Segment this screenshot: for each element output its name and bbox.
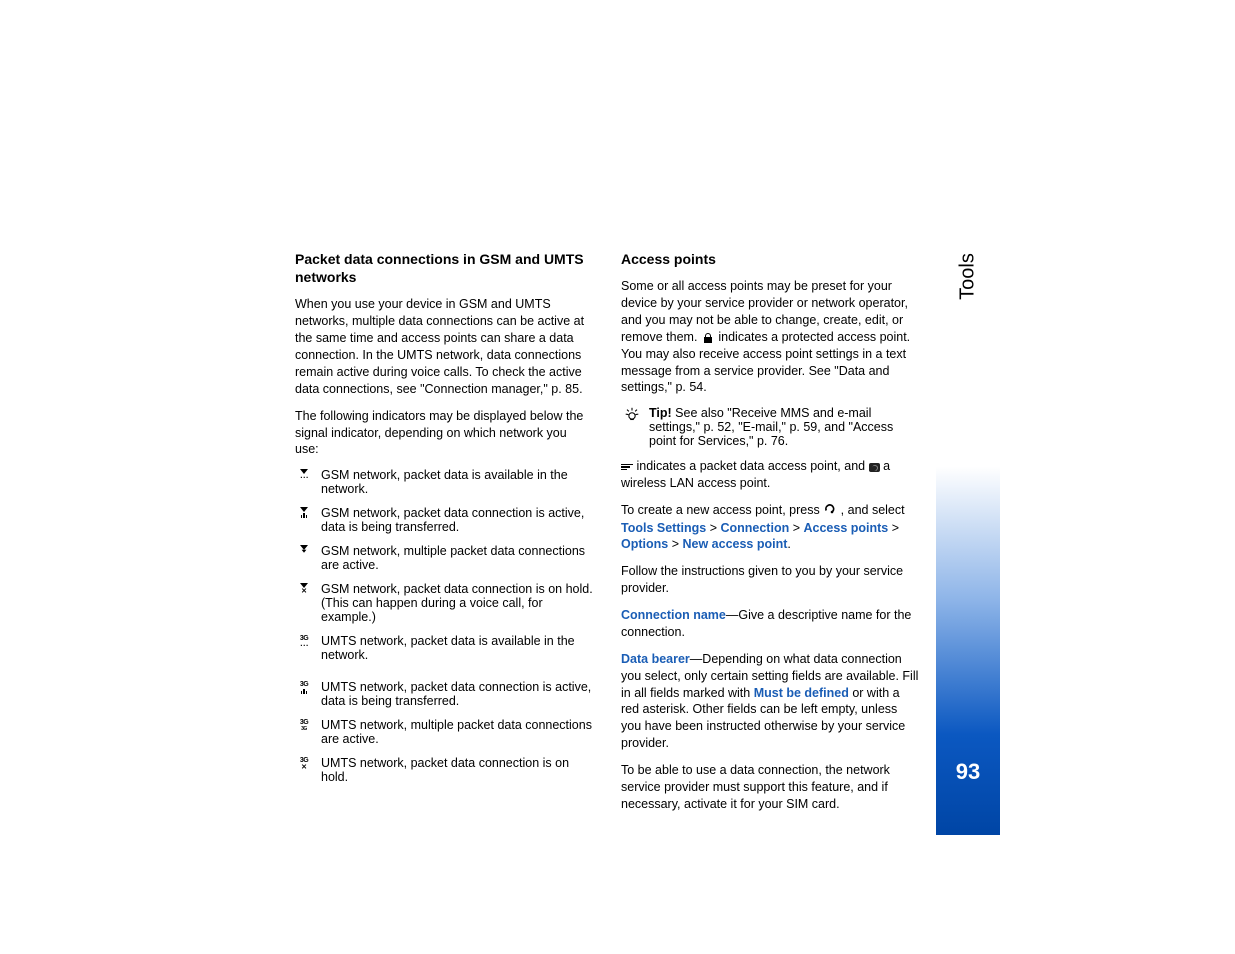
- indicator-text: GSM network, packet data connection is o…: [321, 582, 593, 624]
- nav-access-points: Access points: [803, 521, 888, 535]
- indicator-text: GSM network, packet data connection is a…: [321, 506, 593, 534]
- right-column: Access points Some or all access points …: [621, 250, 919, 823]
- para-intro: When you use your device in GSM and UMTS…: [295, 296, 593, 397]
- para-create-ap: To create a new access point, press , an…: [621, 502, 919, 553]
- sep: >: [892, 521, 899, 535]
- para-icon-legend: indicates a packet data access point, an…: [621, 458, 919, 492]
- page-number: 93: [936, 759, 1000, 785]
- field-data-bearer: Data bearer: [621, 652, 690, 666]
- para-access-intro: Some or all access points may be preset …: [621, 278, 919, 396]
- must-be-defined: Must be defined: [754, 686, 849, 700]
- umts-active-icon: 3G: [295, 681, 313, 694]
- para-data-bearer: Data bearer—Depending on what data conne…: [621, 651, 919, 752]
- umts-available-icon: 3G: [295, 635, 313, 650]
- para-connection-name: Connection name—Give a descriptive name …: [621, 607, 919, 641]
- gsm-active-icon: [295, 507, 313, 518]
- sep: >: [793, 521, 804, 535]
- packet-data-ap-icon: [621, 464, 633, 471]
- para-indicators-intro: The following indicators may be displaye…: [295, 408, 593, 459]
- nav-settings: Settings: [657, 521, 706, 535]
- text: indicates a packet data access point, an…: [636, 459, 868, 473]
- umts-multiple-icon: 3G3G: [295, 719, 313, 733]
- para-follow-instructions: Follow the instructions given to you by …: [621, 563, 919, 597]
- sep: >: [710, 521, 721, 535]
- sidebar-tab: Tools 93: [936, 165, 1000, 835]
- gsm-available-icon: [295, 469, 313, 482]
- umts-hold-icon: 3G: [295, 757, 313, 771]
- indicator-text: UMTS network, packet data connection is …: [321, 680, 593, 708]
- indicator-text: GSM network, multiple packet data connec…: [321, 544, 593, 572]
- text: .: [787, 537, 790, 551]
- gsm-hold-icon: [295, 583, 313, 595]
- lock-icon: [701, 332, 715, 344]
- nav-connection: Connection: [720, 521, 789, 535]
- tip-block: Tip! See also "Receive MMS and e-mail se…: [621, 406, 919, 448]
- tip-text: See also "Receive MMS and e-mail setting…: [649, 406, 893, 448]
- left-column: Packet data connections in GSM and UMTS …: [295, 250, 593, 823]
- gsm-multiple-icon: [295, 545, 313, 555]
- indicator-text: UMTS network, packet data is available i…: [321, 634, 593, 662]
- text: , and select: [841, 503, 905, 517]
- indicator-list: GSM network, packet data is available in…: [295, 468, 593, 784]
- sep: >: [672, 537, 683, 551]
- nav-tools: Tools: [621, 521, 653, 535]
- tip-label: Tip!: [649, 406, 672, 420]
- text: To create a new access point, press: [621, 503, 823, 517]
- wlan-ap-icon: [869, 463, 880, 472]
- indicator-text: GSM network, packet data is available in…: [321, 468, 593, 496]
- nav-new-access-point: New access point: [682, 537, 787, 551]
- indicator-text: UMTS network, packet data connection is …: [321, 756, 593, 784]
- para-sim-note: To be able to use a data connection, the…: [621, 762, 919, 813]
- page-content: Packet data connections in GSM and UMTS …: [295, 250, 920, 823]
- nav-options: Options: [621, 537, 668, 551]
- sidebar-label: Tools: [957, 253, 980, 300]
- heading-packet-data: Packet data connections in GSM and UMTS …: [295, 250, 593, 286]
- tip-content: Tip! See also "Receive MMS and e-mail se…: [649, 406, 919, 448]
- heading-access-points: Access points: [621, 250, 919, 268]
- indicator-text: UMTS network, multiple packet data conne…: [321, 718, 593, 746]
- menu-key-icon: [823, 502, 837, 520]
- tip-lightbulb-icon: [621, 406, 643, 428]
- field-connection-name: Connection name: [621, 608, 726, 622]
